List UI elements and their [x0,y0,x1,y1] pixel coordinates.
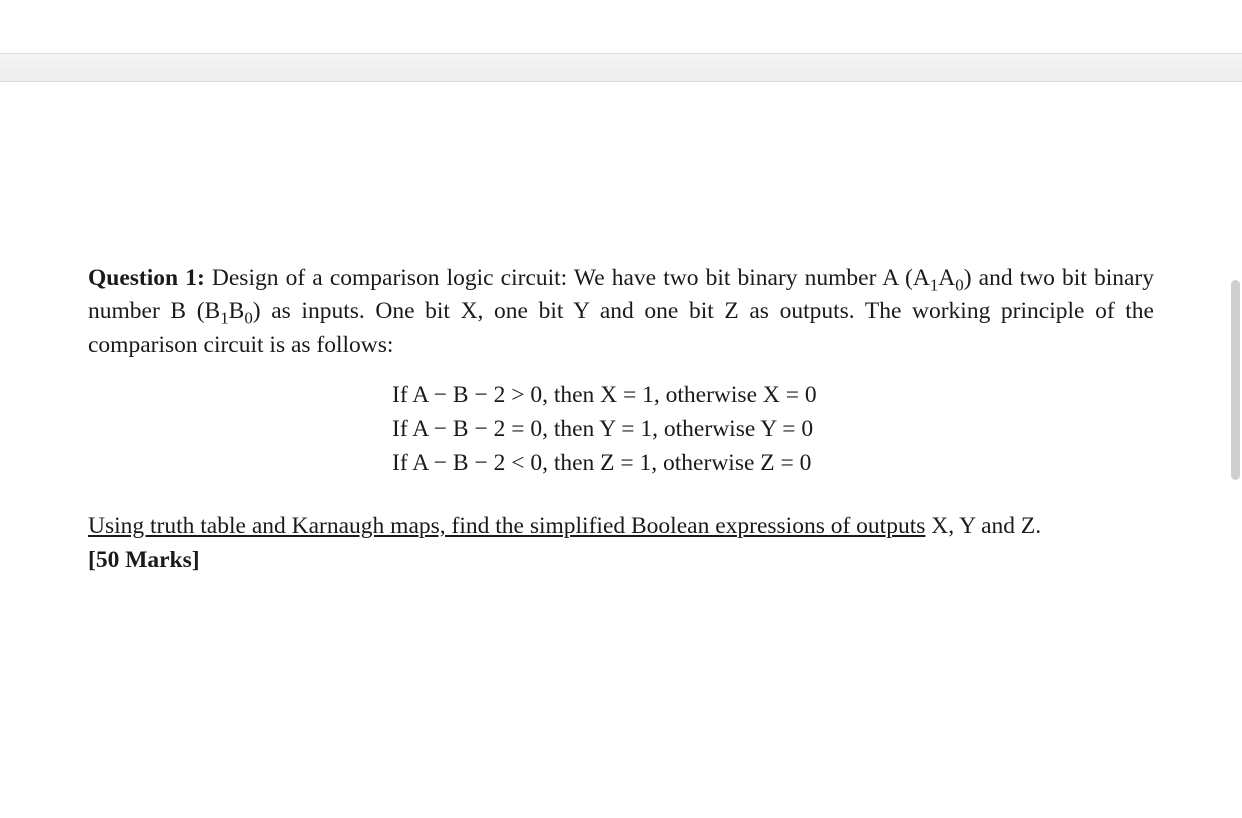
intro-text-1: Design of a comparison logic circuit: We… [205,265,930,291]
subscript-a0: 0 [955,276,963,295]
task-underlined: Using truth table and Karnaugh maps, fin… [88,513,925,539]
task-trailing: X, Y and Z. [925,513,1041,539]
intro-text-5: ) as inputs. One bit X, one bit Y and on… [88,298,1154,357]
subscript-a1: 1 [930,276,938,295]
question-paragraph: Question 1: Design of a comparison logic… [88,262,1154,362]
conditions-block: If A − B − 2 > 0, then X = 1, otherwise … [392,378,1154,480]
vertical-scrollbar[interactable] [1231,280,1240,480]
condition-x: If A − B − 2 > 0, then X = 1, otherwise … [392,378,1154,412]
secondary-toolbar-blank [0,54,1242,82]
intro-text-4: B [229,298,245,324]
document-page: Question 1: Design of a comparison logic… [0,82,1242,577]
condition-z: If A − B − 2 < 0, then Z = 1, otherwise … [392,446,1154,480]
condition-y: If A − B − 2 = 0, then Y = 1, otherwise … [392,412,1154,446]
marks-label: [50 Marks] [88,547,200,573]
question-label: Question 1: [88,265,205,291]
intro-text-2: A [938,265,955,291]
subscript-b1: 1 [220,309,228,328]
subscript-b0: 0 [244,309,252,328]
top-toolbar-blank [0,0,1242,54]
task-paragraph: Using truth table and Karnaugh maps, fin… [88,510,1154,577]
